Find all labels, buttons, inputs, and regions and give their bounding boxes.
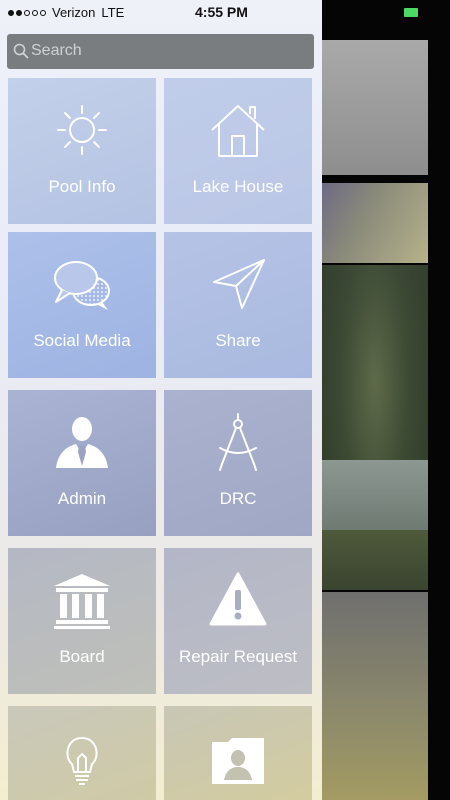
menu-item-repair-request[interactable]: Repair Request (164, 548, 312, 694)
lightbulb-icon (66, 737, 98, 785)
menu-item-label: Repair Request (178, 647, 298, 666)
menu-item-social-media[interactable]: Social Media (8, 232, 156, 378)
menu-item-label: Share (215, 331, 261, 350)
search-placeholder: Search (31, 42, 82, 59)
carrier-name: Verizon (52, 5, 96, 20)
menu-item-pool-info[interactable]: Pool Info (8, 78, 156, 224)
menu-item-lake-house[interactable]: Lake House (164, 78, 312, 224)
search-icon (13, 43, 29, 59)
menu-item-admin[interactable]: Admin (8, 390, 156, 536)
lake-water (322, 460, 428, 530)
side-drawer-menu: Verizon LTE 4:55 PM Search Pool Info Lak… (0, 0, 322, 800)
menu-item-label: Pool Info (48, 177, 116, 196)
bank-building-icon (54, 574, 110, 629)
menu-item-board[interactable]: Board (8, 548, 156, 694)
background-photo (322, 592, 428, 800)
paper-plane-icon (213, 259, 265, 309)
background-photo (322, 183, 428, 263)
menu-item-label: Lake House (192, 177, 284, 196)
background-photo-lake (322, 265, 428, 590)
signal-strength-icon (8, 9, 46, 16)
warning-icon (209, 572, 267, 626)
menu-item-share[interactable]: Share (164, 232, 312, 378)
menu-item-drc[interactable]: DRC (164, 390, 312, 536)
businessman-icon (56, 417, 108, 468)
drafting-compass-icon (219, 413, 257, 471)
house-icon (211, 105, 265, 157)
chat-bubbles-icon (54, 261, 110, 310)
battery-icon (404, 8, 418, 17)
menu-item-label: Social Media (33, 331, 131, 350)
menu-item-lightbulb[interactable] (8, 706, 156, 800)
network-type: LTE (101, 5, 125, 20)
background-card (322, 40, 428, 175)
sun-icon (57, 105, 107, 155)
menu-item-label: Board (59, 647, 105, 666)
menu-item-label: DRC (219, 489, 257, 508)
status-bar: Verizon LTE 4:55 PM (0, 0, 450, 26)
carrier-info: Verizon LTE (8, 5, 124, 20)
search-input[interactable]: Search (7, 34, 314, 69)
lake-grass (322, 530, 428, 590)
status-time: 4:55 PM (195, 4, 248, 20)
menu-item-contacts[interactable] (164, 706, 312, 800)
menu-item-label: Admin (57, 489, 107, 508)
contact-folder-icon (212, 738, 264, 784)
